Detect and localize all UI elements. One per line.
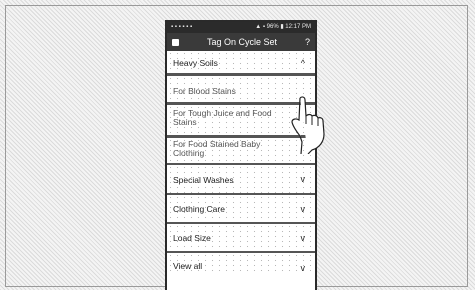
category-label: Heavy Soils (173, 58, 218, 68)
chevron-up-icon: ^ (300, 58, 305, 68)
status-icons: ▪ ▪ ▪ ▪ ▪ ▪ (171, 24, 193, 30)
help-button[interactable]: ? (305, 37, 310, 47)
phone-screen: ▪ ▪ ▪ ▪ ▪ ▪ ▲ ▪ 96% ▮ 12:17 PM Tag On Cy… (165, 20, 317, 290)
chevron-down-icon: v (300, 204, 306, 214)
sub-item-label: For Tough Juice and Food Stains (173, 108, 272, 127)
category-view-all[interactable]: View all v (167, 253, 315, 273)
category-label: Special Washes (173, 175, 234, 185)
status-battery-time: ▲ ▪ 96% ▮ 12:17 PM (255, 24, 311, 30)
chevron-down-icon: v (300, 263, 306, 273)
chevron-down-icon: v (300, 233, 306, 243)
menu-icon[interactable] (172, 38, 179, 46)
sub-item-label: For Blood Stains (173, 86, 236, 96)
status-bar: ▪ ▪ ▪ ▪ ▪ ▪ ▲ ▪ 96% ▮ 12:17 PM (167, 22, 315, 33)
page-title: Tag On Cycle Set (206, 37, 277, 47)
cycle-menu: Heavy Soils ^ For Blood Stains For Tough… (167, 51, 315, 273)
category-label: View all (173, 261, 203, 271)
category-heavy-soils[interactable]: Heavy Soils ^ (167, 51, 315, 76)
category-label: Load Size (173, 233, 211, 243)
sub-item-label: For Food Stained Baby Clothing (173, 139, 261, 158)
category-clothing-care[interactable]: Clothing Care v (167, 195, 315, 224)
tapping-hand-icon (291, 96, 325, 154)
category-label: Clothing Care (173, 204, 225, 214)
category-special-washes[interactable]: Special Washes v (167, 165, 315, 195)
app-header: Tag On Cycle Set ? (167, 33, 315, 51)
category-load-size[interactable]: Load Size v (167, 224, 315, 253)
chevron-down-icon: v (300, 174, 306, 184)
